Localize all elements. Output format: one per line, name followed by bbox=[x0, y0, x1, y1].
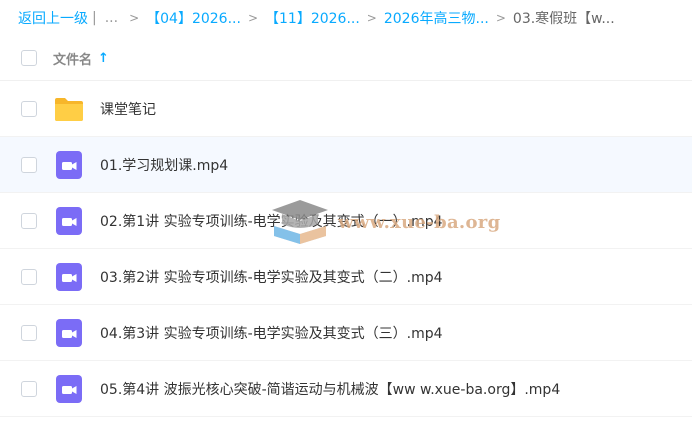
file-name[interactable]: 04.第3讲 实验专项训练-电学实验及其变式（三）.mp4 bbox=[100, 323, 443, 343]
file-list: 课堂笔记 01.学习规划课.mp4 02.第1讲 实验专项训练-电学实验及其变式… bbox=[0, 81, 692, 417]
video-file-icon bbox=[56, 206, 82, 235]
breadcrumb-ellipsis[interactable]: ... bbox=[105, 10, 118, 26]
arrow-up-icon[interactable]: ↑ bbox=[98, 51, 109, 66]
back-link[interactable]: 返回上一级 bbox=[18, 8, 88, 28]
file-name[interactable]: 课堂笔记 bbox=[100, 99, 156, 119]
breadcrumb-current: 03.寒假班【w... bbox=[512, 11, 615, 27]
row-checkbox[interactable] bbox=[21, 156, 37, 173]
file-list-header: 文件名 ↑ bbox=[0, 36, 692, 81]
breadcrumb-item-physics[interactable]: 2026年高三物... bbox=[384, 8, 489, 28]
row-checkbox[interactable] bbox=[21, 100, 37, 117]
video-file-icon bbox=[56, 150, 82, 179]
file-row-video[interactable]: 01.学习规划课.mp4 bbox=[0, 137, 692, 193]
file-name[interactable]: 03.第2讲 实验专项训练-电学实验及其变式（二）.mp4 bbox=[100, 267, 443, 287]
file-row-video[interactable]: 04.第3讲 实验专项训练-电学实验及其变式（三）.mp4 bbox=[0, 305, 692, 361]
file-row-video[interactable]: 02.第1讲 实验专项训练-电学实验及其变式（一）.mp4 bbox=[0, 193, 692, 249]
file-row-folder[interactable]: 课堂笔记 bbox=[0, 81, 692, 137]
folder-icon bbox=[55, 97, 83, 121]
breadcrumb: 返回上一级 | ... > 【04】2026... > 【11】2026... … bbox=[0, 0, 692, 36]
file-name[interactable]: 01.学习规划课.mp4 bbox=[100, 155, 228, 175]
file-row-video[interactable]: 05.第4讲 波振光核心突破-简谐运动与机械波【ww w.xue-ba.org】… bbox=[0, 361, 692, 417]
chevron-right-icon: > bbox=[366, 11, 377, 25]
row-checkbox[interactable] bbox=[21, 268, 37, 285]
video-file-icon bbox=[56, 374, 82, 403]
row-checkbox[interactable] bbox=[21, 324, 37, 341]
select-all-checkbox[interactable] bbox=[21, 50, 37, 66]
chevron-right-icon: > bbox=[129, 11, 140, 25]
chevron-right-icon: > bbox=[247, 11, 258, 25]
row-checkbox[interactable] bbox=[21, 380, 37, 397]
video-file-icon bbox=[56, 262, 82, 291]
chevron-right-icon: > bbox=[495, 11, 506, 25]
breadcrumb-item-11[interactable]: 【11】2026... bbox=[265, 8, 360, 28]
breadcrumb-item-04[interactable]: 【04】2026... bbox=[146, 8, 241, 28]
column-header-filename[interactable]: 文件名 bbox=[53, 49, 92, 68]
breadcrumb-divider: | bbox=[92, 10, 97, 26]
file-name[interactable]: 05.第4讲 波振光核心突破-简谐运动与机械波【ww w.xue-ba.org】… bbox=[100, 379, 560, 399]
file-name[interactable]: 02.第1讲 实验专项训练-电学实验及其变式（一）.mp4 bbox=[100, 211, 443, 231]
video-file-icon bbox=[56, 318, 82, 347]
row-checkbox[interactable] bbox=[21, 212, 37, 229]
file-row-video[interactable]: 03.第2讲 实验专项训练-电学实验及其变式（二）.mp4 bbox=[0, 249, 692, 305]
